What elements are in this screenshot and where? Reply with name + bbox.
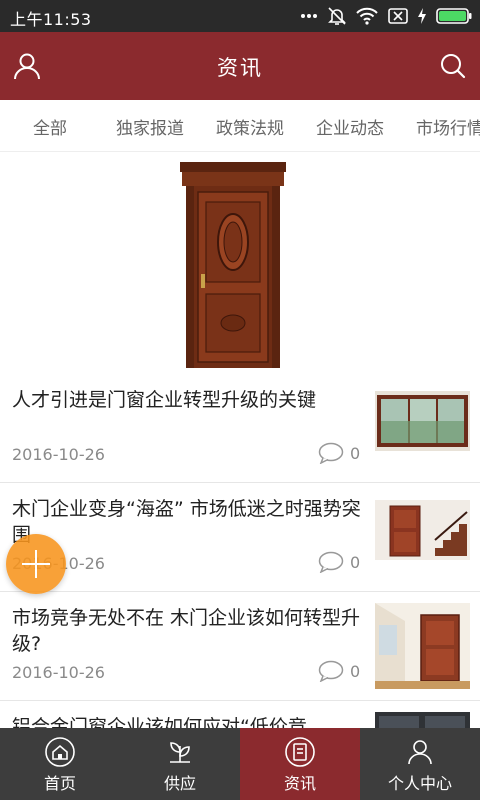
article-title[interactable]: 市场竞争无处不在 木门企业该如何转型升级? bbox=[12, 605, 362, 657]
nav-label: 资讯 bbox=[283, 774, 316, 793]
comment-count-value: 0 bbox=[350, 443, 361, 463]
hero-banner[interactable] bbox=[0, 152, 480, 372]
comment-icon bbox=[318, 551, 344, 573]
more-dots-icon bbox=[301, 14, 317, 18]
status-icons bbox=[300, 6, 472, 26]
nav-item-supply[interactable]: 供应 bbox=[120, 728, 240, 800]
nav-label: 供应 bbox=[163, 774, 196, 793]
comment-icon bbox=[318, 660, 344, 682]
wifi-icon bbox=[356, 7, 378, 25]
nav-item-home[interactable]: 首页 bbox=[0, 728, 120, 800]
notifications-off-icon bbox=[328, 7, 346, 25]
comment-count[interactable]: 0 bbox=[318, 550, 360, 574]
wooden-door-image bbox=[180, 162, 286, 368]
tab-policy[interactable]: 政策法规 bbox=[210, 114, 290, 139]
tab-company-news[interactable]: 企业动态 bbox=[310, 114, 390, 139]
news-icon bbox=[285, 737, 315, 767]
charging-bolt-icon bbox=[418, 8, 426, 24]
profile-icon bbox=[408, 740, 432, 765]
nav-item-profile[interactable]: 个人中心 bbox=[360, 728, 480, 800]
article-date: 2016-10-26 bbox=[12, 663, 105, 682]
plant-icon bbox=[170, 742, 190, 763]
door-staircase-image bbox=[375, 500, 470, 560]
door-room-image bbox=[375, 603, 470, 689]
nav-label: 个人中心 bbox=[387, 774, 452, 793]
tab-exclusive[interactable]: 独家报道 bbox=[110, 114, 190, 139]
list-item[interactable]: 市场竞争无处不在 木门企业该如何转型升级? 2016-10-26 0 bbox=[0, 593, 480, 701]
article-date: 2016-10-26 bbox=[12, 445, 105, 464]
home-icon bbox=[45, 737, 75, 767]
comment-icon bbox=[318, 442, 344, 464]
article-title[interactable]: 人才引进是门窗企业转型升级的关键 bbox=[12, 387, 362, 413]
comment-count-value: 0 bbox=[350, 661, 361, 681]
sim-card-icon bbox=[388, 8, 408, 24]
list-item[interactable]: 人才引进是门窗企业转型升级的关键 2016-10-26 0 bbox=[0, 375, 480, 483]
add-button[interactable] bbox=[6, 534, 66, 594]
category-tabs: 全部 独家报道 政策法规 企业动态 市场行情 bbox=[0, 100, 480, 152]
page-title: 资讯 bbox=[217, 56, 263, 80]
bottom-nav: 首页 供应 资讯 个人中心 bbox=[0, 728, 480, 800]
nav-item-news[interactable]: 资讯 bbox=[240, 728, 360, 800]
battery-icon bbox=[436, 8, 472, 24]
window-frame-image bbox=[375, 391, 470, 451]
app-header: 资讯 bbox=[0, 32, 480, 100]
comment-count[interactable]: 0 bbox=[318, 659, 360, 683]
status-time: 上午11:53 bbox=[10, 10, 92, 29]
nav-label: 首页 bbox=[43, 774, 76, 793]
list-item[interactable]: 木门企业变身“海盗” 市场低迷之时强势突围 2016-10-26 0 bbox=[0, 484, 480, 592]
tab-market[interactable]: 市场行情 bbox=[410, 114, 480, 139]
search-icon[interactable] bbox=[438, 51, 468, 81]
comment-count-value: 0 bbox=[350, 552, 361, 572]
article-title[interactable]: 木门企业变身“海盗” 市场低迷之时强势突围 bbox=[12, 496, 362, 548]
tab-all[interactable]: 全部 bbox=[10, 114, 90, 139]
status-bar: 上午11:53 bbox=[0, 0, 480, 32]
comment-count[interactable]: 0 bbox=[318, 441, 360, 465]
